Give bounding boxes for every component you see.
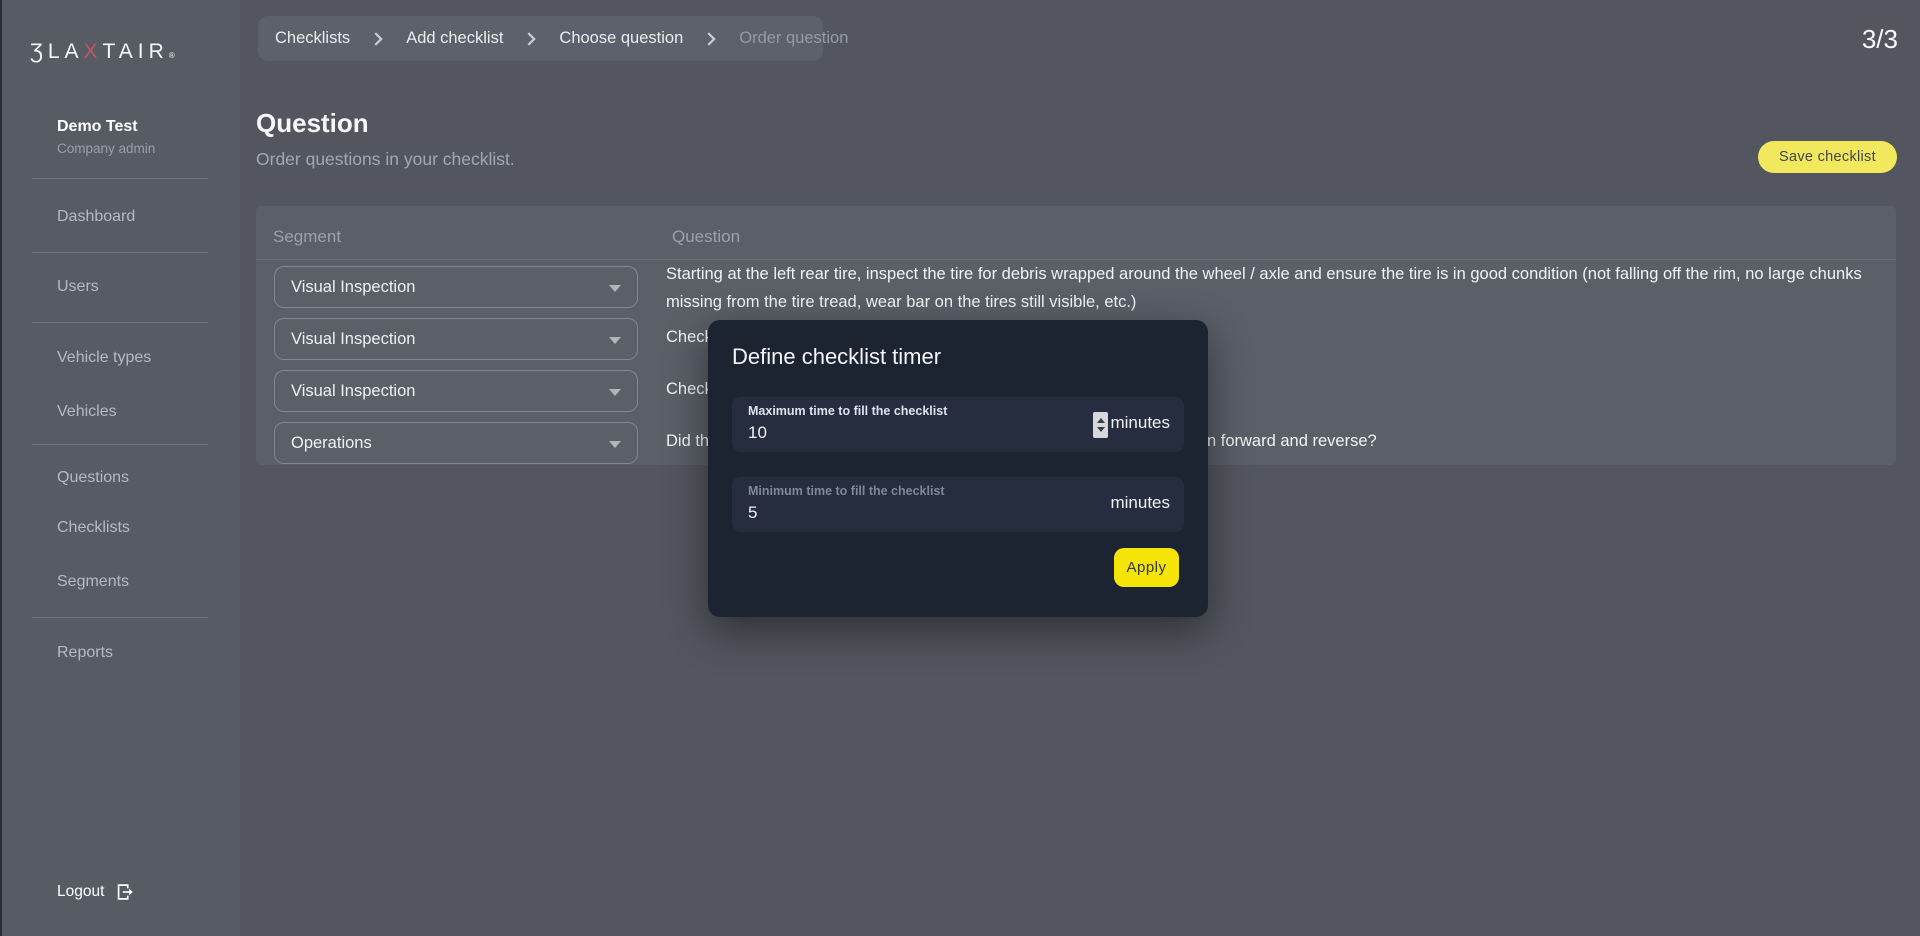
minimum-time-unit: minutes	[1110, 493, 1170, 513]
sidebar-item-vehicles[interactable]: Vehicles	[57, 403, 117, 421]
sidebar-divider	[32, 617, 208, 618]
breadcrumb: Checklists Add checklist Choose question…	[258, 16, 823, 61]
segment-select-value: Operations	[291, 434, 372, 453]
registered-mark: ®	[169, 51, 175, 60]
logout-icon	[114, 881, 136, 903]
minimum-time-field[interactable]: Minimum time to fill the checklist 5 min…	[732, 477, 1184, 532]
chevron-down-icon	[609, 441, 621, 448]
question-text-row4-end: n forward and reverse?	[1207, 432, 1377, 451]
logo-text-accent: X	[84, 40, 103, 63]
sidebar-item-vehicle-types[interactable]: Vehicle types	[57, 349, 151, 367]
chevron-down-icon	[609, 285, 621, 292]
step-indicator: 3/3	[1862, 24, 1898, 55]
page-subtitle: Order questions in your checklist.	[256, 149, 515, 170]
user-role: Company admin	[57, 141, 155, 156]
segment-select-value: Visual Inspection	[291, 330, 415, 349]
chevron-down-icon	[609, 337, 621, 344]
segment-select-row2[interactable]: Visual Inspection	[274, 318, 638, 360]
sidebar-item-users[interactable]: Users	[57, 278, 99, 296]
logout-label: Logout	[57, 883, 104, 901]
stepper-down-icon[interactable]	[1097, 427, 1105, 432]
sidebar-divider	[32, 178, 208, 179]
column-header-question: Question	[672, 227, 740, 247]
breadcrumb-add-checklist[interactable]: Add checklist	[406, 29, 503, 48]
breadcrumb-choose-question[interactable]: Choose question	[559, 29, 683, 48]
question-text-row1: Starting at the left rear tire, inspect …	[666, 260, 1866, 316]
sidebar-item-reports[interactable]: Reports	[57, 644, 113, 662]
define-checklist-timer-modal: Define checklist timer Maximum time to f…	[708, 320, 1208, 617]
breadcrumb-checklists[interactable]: Checklists	[275, 29, 350, 48]
chevron-right-icon	[701, 29, 721, 49]
sidebar: ƷLAXTAIR® Demo Test Company admin Dashbo…	[0, 0, 240, 936]
modal-title: Define checklist timer	[732, 344, 941, 370]
sidebar-item-questions[interactable]: Questions	[57, 469, 129, 487]
apply-button[interactable]: Apply	[1114, 548, 1179, 587]
number-stepper[interactable]	[1093, 412, 1108, 438]
maximum-time-unit: minutes	[1110, 413, 1170, 433]
page-title: Question	[256, 108, 369, 139]
segment-select-value: Visual Inspection	[291, 382, 415, 401]
column-header-segment: Segment	[273, 227, 341, 247]
segment-select-row4[interactable]: Operations	[274, 422, 638, 464]
sidebar-item-checklists[interactable]: Checklists	[57, 519, 130, 537]
user-name: Demo Test	[57, 118, 138, 136]
maximum-time-field[interactable]: Maximum time to fill the checklist 10 mi…	[732, 397, 1184, 452]
sidebar-divider	[32, 322, 208, 323]
window-left-edge	[0, 0, 2, 936]
chevron-down-icon	[609, 389, 621, 396]
minimum-time-label: Minimum time to fill the checklist	[748, 484, 945, 498]
logo-text-right: TAIR	[103, 40, 169, 63]
save-checklist-button[interactable]: Save checklist	[1758, 141, 1897, 173]
sidebar-item-dashboard[interactable]: Dashboard	[57, 208, 135, 226]
maximum-time-input[interactable]: 10	[748, 423, 767, 443]
stepper-up-icon[interactable]	[1097, 418, 1105, 423]
maximum-time-label: Maximum time to fill the checklist	[748, 404, 947, 418]
minimum-time-input[interactable]: 5	[748, 503, 757, 523]
segment-select-row3[interactable]: Visual Inspection	[274, 370, 638, 412]
sidebar-divider	[32, 252, 208, 253]
segment-select-row1[interactable]: Visual Inspection	[274, 266, 638, 308]
breadcrumb-order-question: Order question	[739, 29, 848, 48]
segment-select-value: Visual Inspection	[291, 278, 415, 297]
sidebar-divider	[32, 444, 208, 445]
blaxtair-logo: ƷLAXTAIR®	[30, 40, 175, 64]
sidebar-item-segments[interactable]: Segments	[57, 573, 129, 591]
chevron-right-icon	[521, 29, 541, 49]
chevron-right-icon	[368, 29, 388, 49]
logout-button[interactable]: Logout	[57, 881, 136, 903]
logo-text-left: ƷLA	[30, 40, 84, 63]
app-root: ƷLAXTAIR® Demo Test Company admin Dashbo…	[0, 0, 1920, 936]
